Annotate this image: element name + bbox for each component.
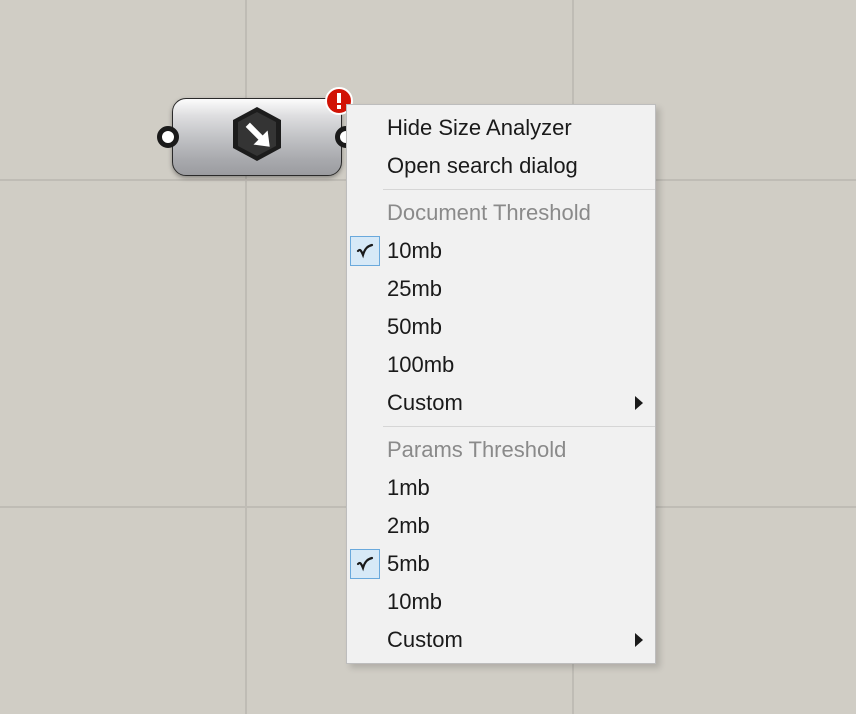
menu-item-hide-size-analyzer[interactable]: Hide Size Analyzer xyxy=(347,109,655,147)
menu-item-label: Custom xyxy=(387,627,463,653)
menu-item-label: 5mb xyxy=(387,551,430,577)
context-menu: Hide Size Analyzer Open search dialog Do… xyxy=(346,104,656,664)
menu-item-params-custom[interactable]: Custom xyxy=(347,621,655,659)
menu-separator xyxy=(383,426,655,427)
menu-item-doc-1[interactable]: 25mb xyxy=(347,270,655,308)
menu-item-params-0[interactable]: 1mb xyxy=(347,469,655,507)
node-hex-arrow-icon xyxy=(227,104,287,170)
canvas-node[interactable] xyxy=(172,98,342,176)
menu-item-params-1[interactable]: 2mb xyxy=(347,507,655,545)
menu-item-label: 50mb xyxy=(387,314,442,340)
menu-item-label: Custom xyxy=(387,390,463,416)
menu-item-label: Open search dialog xyxy=(387,153,578,179)
menu-item-doc-0[interactable]: 10mb xyxy=(347,232,655,270)
submenu-arrow-icon xyxy=(635,633,643,647)
menu-item-label: 2mb xyxy=(387,513,430,539)
menu-item-params-3[interactable]: 10mb xyxy=(347,583,655,621)
menu-item-doc-2[interactable]: 50mb xyxy=(347,308,655,346)
menu-item-label: 10mb xyxy=(387,589,442,615)
menu-header-document-threshold: Document Threshold xyxy=(347,194,655,232)
node-input-port[interactable] xyxy=(157,126,179,148)
submenu-arrow-icon xyxy=(635,396,643,410)
menu-item-label: 100mb xyxy=(387,352,454,378)
menu-item-open-search-dialog[interactable]: Open search dialog xyxy=(347,147,655,185)
check-icon xyxy=(350,236,380,266)
menu-separator xyxy=(383,189,655,190)
menu-item-label: 1mb xyxy=(387,475,430,501)
menu-item-label: Hide Size Analyzer xyxy=(387,115,572,141)
menu-header-label: Params Threshold xyxy=(387,437,566,463)
menu-item-doc-custom[interactable]: Custom xyxy=(347,384,655,422)
menu-item-label: 25mb xyxy=(387,276,442,302)
menu-item-params-2[interactable]: 5mb xyxy=(347,545,655,583)
menu-header-params-threshold: Params Threshold xyxy=(347,431,655,469)
menu-header-label: Document Threshold xyxy=(387,200,591,226)
check-icon xyxy=(350,549,380,579)
menu-item-label: 10mb xyxy=(387,238,442,264)
menu-item-doc-3[interactable]: 100mb xyxy=(347,346,655,384)
